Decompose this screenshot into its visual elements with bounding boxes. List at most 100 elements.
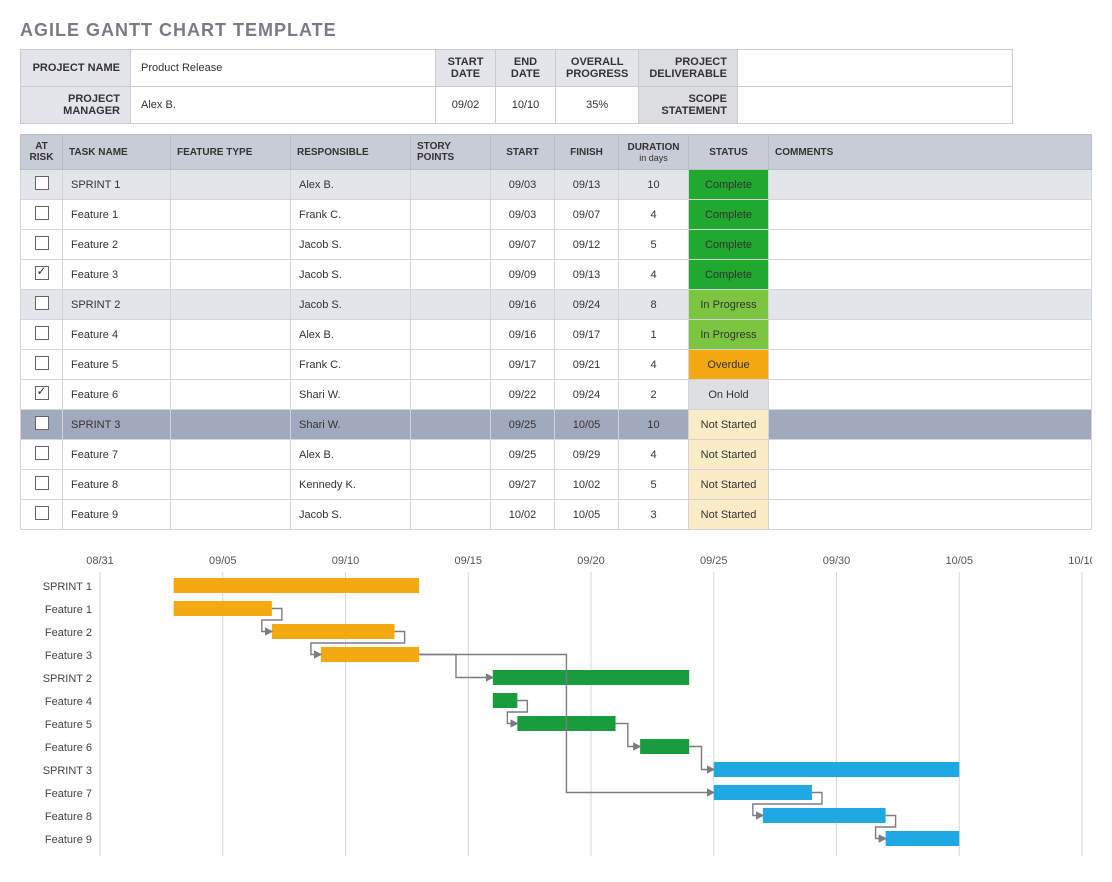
- at-risk-checkbox[interactable]: [35, 296, 49, 310]
- at-risk-checkbox[interactable]: [35, 176, 49, 190]
- responsible-cell[interactable]: Frank C.: [291, 200, 411, 230]
- table-row[interactable]: Feature 2Jacob S.09/0709/125Complete: [21, 230, 1092, 260]
- value-overall-progress[interactable]: 35%: [556, 87, 639, 124]
- at-risk-checkbox[interactable]: [35, 476, 49, 490]
- feature-type-cell[interactable]: [171, 440, 291, 470]
- feature-type-cell[interactable]: [171, 170, 291, 200]
- story-points-cell[interactable]: [411, 200, 491, 230]
- status-cell[interactable]: Not Started: [689, 410, 769, 440]
- feature-type-cell[interactable]: [171, 380, 291, 410]
- status-cell[interactable]: Complete: [689, 230, 769, 260]
- feature-type-cell[interactable]: [171, 200, 291, 230]
- feature-type-cell[interactable]: [171, 500, 291, 530]
- responsible-cell[interactable]: Jacob S.: [291, 500, 411, 530]
- responsible-cell[interactable]: Alex B.: [291, 170, 411, 200]
- start-cell[interactable]: 09/25: [491, 410, 555, 440]
- comments-cell[interactable]: [769, 500, 1092, 530]
- at-risk-checkbox[interactable]: [35, 266, 49, 280]
- story-points-cell[interactable]: [411, 500, 491, 530]
- finish-cell[interactable]: 09/21: [555, 350, 619, 380]
- at-risk-checkbox[interactable]: [35, 236, 49, 250]
- table-row[interactable]: Feature 4Alex B.09/1609/171In Progress: [21, 320, 1092, 350]
- table-row[interactable]: Feature 3Jacob S.09/0909/134Complete: [21, 260, 1092, 290]
- table-row[interactable]: Feature 7Alex B.09/2509/294Not Started: [21, 440, 1092, 470]
- finish-cell[interactable]: 10/05: [555, 410, 619, 440]
- start-cell[interactable]: 09/22: [491, 380, 555, 410]
- responsible-cell[interactable]: Shari W.: [291, 410, 411, 440]
- story-points-cell[interactable]: [411, 440, 491, 470]
- table-row[interactable]: Feature 8Kennedy K.09/2710/025Not Starte…: [21, 470, 1092, 500]
- start-cell[interactable]: 09/27: [491, 470, 555, 500]
- story-points-cell[interactable]: [411, 410, 491, 440]
- status-cell[interactable]: Complete: [689, 200, 769, 230]
- value-project-manager[interactable]: Alex B.: [131, 87, 436, 124]
- comments-cell[interactable]: [769, 320, 1092, 350]
- start-cell[interactable]: 09/16: [491, 290, 555, 320]
- table-row[interactable]: Feature 9Jacob S.10/0210/053Not Started: [21, 500, 1092, 530]
- comments-cell[interactable]: [769, 260, 1092, 290]
- status-cell[interactable]: In Progress: [689, 290, 769, 320]
- at-risk-checkbox[interactable]: [35, 356, 49, 370]
- feature-type-cell[interactable]: [171, 320, 291, 350]
- feature-type-cell[interactable]: [171, 470, 291, 500]
- status-cell[interactable]: In Progress: [689, 320, 769, 350]
- comments-cell[interactable]: [769, 440, 1092, 470]
- start-cell[interactable]: 09/17: [491, 350, 555, 380]
- status-cell[interactable]: On Hold: [689, 380, 769, 410]
- finish-cell[interactable]: 09/13: [555, 260, 619, 290]
- status-cell[interactable]: Not Started: [689, 440, 769, 470]
- value-start-date[interactable]: 09/02: [436, 87, 496, 124]
- story-points-cell[interactable]: [411, 290, 491, 320]
- at-risk-checkbox[interactable]: [35, 326, 49, 340]
- finish-cell[interactable]: 09/24: [555, 380, 619, 410]
- finish-cell[interactable]: 09/24: [555, 290, 619, 320]
- responsible-cell[interactable]: Jacob S.: [291, 230, 411, 260]
- feature-type-cell[interactable]: [171, 290, 291, 320]
- value-project-deliverable[interactable]: [737, 50, 1012, 87]
- comments-cell[interactable]: [769, 350, 1092, 380]
- finish-cell[interactable]: 09/12: [555, 230, 619, 260]
- status-cell[interactable]: Overdue: [689, 350, 769, 380]
- feature-type-cell[interactable]: [171, 410, 291, 440]
- responsible-cell[interactable]: Jacob S.: [291, 260, 411, 290]
- story-points-cell[interactable]: [411, 320, 491, 350]
- comments-cell[interactable]: [769, 470, 1092, 500]
- story-points-cell[interactable]: [411, 230, 491, 260]
- at-risk-checkbox[interactable]: [35, 206, 49, 220]
- table-row[interactable]: SPRINT 2Jacob S.09/1609/248In Progress: [21, 290, 1092, 320]
- finish-cell[interactable]: 10/05: [555, 500, 619, 530]
- responsible-cell[interactable]: Frank C.: [291, 350, 411, 380]
- start-cell[interactable]: 10/02: [491, 500, 555, 530]
- status-cell[interactable]: Not Started: [689, 470, 769, 500]
- story-points-cell[interactable]: [411, 470, 491, 500]
- value-scope-statement[interactable]: [737, 87, 1012, 124]
- table-row[interactable]: Feature 5Frank C.09/1709/214Overdue: [21, 350, 1092, 380]
- finish-cell[interactable]: 09/07: [555, 200, 619, 230]
- responsible-cell[interactable]: Alex B.: [291, 320, 411, 350]
- responsible-cell[interactable]: Shari W.: [291, 380, 411, 410]
- start-cell[interactable]: 09/09: [491, 260, 555, 290]
- at-risk-checkbox[interactable]: [35, 386, 49, 400]
- start-cell[interactable]: 09/16: [491, 320, 555, 350]
- finish-cell[interactable]: 09/17: [555, 320, 619, 350]
- feature-type-cell[interactable]: [171, 260, 291, 290]
- finish-cell[interactable]: 09/29: [555, 440, 619, 470]
- start-cell[interactable]: 09/03: [491, 200, 555, 230]
- finish-cell[interactable]: 10/02: [555, 470, 619, 500]
- finish-cell[interactable]: 09/13: [555, 170, 619, 200]
- start-cell[interactable]: 09/03: [491, 170, 555, 200]
- status-cell[interactable]: Complete: [689, 170, 769, 200]
- comments-cell[interactable]: [769, 290, 1092, 320]
- start-cell[interactable]: 09/07: [491, 230, 555, 260]
- feature-type-cell[interactable]: [171, 350, 291, 380]
- table-row[interactable]: SPRINT 3Shari W.09/2510/0510Not Started: [21, 410, 1092, 440]
- at-risk-checkbox[interactable]: [35, 506, 49, 520]
- comments-cell[interactable]: [769, 230, 1092, 260]
- value-project-name[interactable]: Product Release: [131, 50, 436, 87]
- story-points-cell[interactable]: [411, 170, 491, 200]
- feature-type-cell[interactable]: [171, 230, 291, 260]
- responsible-cell[interactable]: Alex B.: [291, 440, 411, 470]
- story-points-cell[interactable]: [411, 260, 491, 290]
- comments-cell[interactable]: [769, 380, 1092, 410]
- table-row[interactable]: Feature 6Shari W.09/2209/242On Hold: [21, 380, 1092, 410]
